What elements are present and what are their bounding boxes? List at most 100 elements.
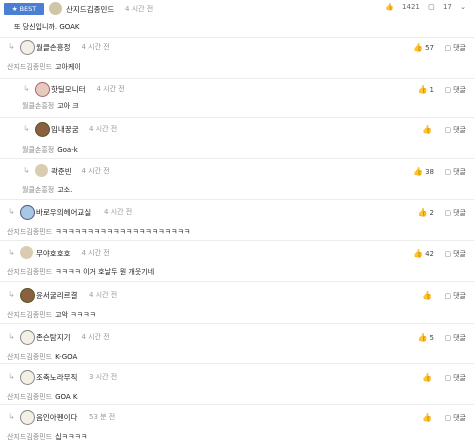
like-button[interactable]: 👍 2: [418, 208, 434, 217]
reply-button[interactable]: ▢ 댓글: [444, 167, 466, 177]
like-count: 5: [429, 334, 434, 342]
comment-icon[interactable]: ▢: [428, 3, 435, 11]
like-button[interactable]: 👍 42: [413, 249, 434, 258]
comment-icon: ▢: [444, 209, 452, 217]
avatar[interactable]: [35, 82, 50, 97]
like-count: 2: [429, 209, 434, 217]
like-button[interactable]: 👍 38: [413, 167, 434, 176]
reply-button[interactable]: ▢ 댓글: [444, 85, 466, 95]
thumbs-up-icon: 👍: [422, 373, 432, 382]
reply-button[interactable]: ▢ 댓글: [444, 249, 466, 259]
like-button[interactable]: 👍 1: [418, 85, 434, 94]
reply-button[interactable]: ▢ 댓글: [444, 43, 466, 53]
comment-text: 산지드김종민드 ㅋㅋㅋㅋ 이거 호날두 뭔 개웃기네: [7, 267, 154, 277]
avatar[interactable]: [20, 330, 35, 345]
like-button[interactable]: 👍: [422, 291, 434, 300]
avatar[interactable]: [20, 205, 35, 220]
thumbs-up-icon: 👍: [413, 167, 424, 176]
author-name[interactable]: 조축노라무직: [36, 372, 77, 383]
like-button[interactable]: 👍: [422, 373, 434, 382]
author-name[interactable]: 곽준빈: [51, 166, 72, 177]
comment-body: 고악 ㅋㅋㅋㅋ: [55, 311, 96, 319]
comment-text: 산지드김종민드 십ㅋㅋㅋㅋ: [7, 432, 87, 442]
mention[interactable]: 산지드김종민드: [7, 63, 52, 71]
like-button[interactable]: 👍: [422, 125, 434, 134]
comment-text: 월클손흥정 고소.: [22, 185, 72, 195]
author-name[interactable]: 무야호호호: [36, 248, 71, 259]
comment-icon: ▢: [444, 334, 452, 342]
mention[interactable]: 산지드김종민드: [7, 393, 52, 401]
author-name[interactable]: 존슨탐지기: [36, 332, 71, 343]
divider: [0, 117, 474, 118]
divider: [0, 199, 474, 200]
avatar[interactable]: [20, 410, 35, 425]
avatar[interactable]: [49, 2, 62, 15]
timestamp: 53 분 전: [89, 413, 116, 421]
divider: [0, 240, 474, 241]
timestamp: 4 시간 전: [96, 85, 125, 93]
comment-text: 또 당신입니까. GOAK: [14, 23, 80, 31]
avatar[interactable]: [35, 122, 50, 137]
comment-body: Goa-k: [57, 146, 78, 154]
timestamp: 3 시간 전: [89, 373, 118, 381]
comment-icon: ▢: [444, 126, 452, 134]
mention[interactable]: 월클손흥정: [22, 186, 54, 194]
author-name[interactable]: 핫딜모니터: [51, 84, 86, 95]
divider: [0, 404, 474, 405]
reply-label: 댓글: [453, 292, 466, 300]
reply-button[interactable]: ▢ 댓글: [444, 413, 466, 423]
reply-arrow-icon: ↳: [8, 332, 15, 341]
avatar[interactable]: [35, 164, 48, 177]
comment-icon: ▢: [444, 44, 452, 52]
reply-label: 댓글: [453, 250, 466, 258]
like-count: 57: [425, 44, 434, 52]
author-name[interactable]: 월클손흥정: [36, 42, 71, 53]
comment-icon: ▢: [444, 86, 452, 94]
divider: [0, 281, 474, 282]
divider: [0, 323, 474, 324]
like-button[interactable]: 👍 57: [413, 43, 434, 52]
like-button[interactable]: 👍: [422, 413, 434, 422]
author-name[interactable]: 임내꿍굼: [51, 124, 79, 135]
reply-button[interactable]: ▢ 댓글: [444, 333, 466, 343]
comment-body: 고소.: [57, 186, 73, 194]
avatar[interactable]: [20, 370, 35, 385]
more-icon[interactable]: ⌄: [460, 3, 466, 11]
thumbs-up-icon: 👍: [413, 249, 424, 258]
reply-arrow-icon: ↳: [23, 166, 30, 175]
like-count: 42: [425, 250, 434, 258]
like-button[interactable]: 👍 5: [418, 333, 434, 342]
reply-label: 댓글: [453, 414, 466, 422]
thumbs-up-icon[interactable]: 👍: [385, 3, 394, 11]
divider: [0, 363, 474, 364]
reply-arrow-icon: ↳: [8, 207, 15, 216]
comment-icon: ▢: [444, 250, 452, 258]
author-name[interactable]: 음인아펜이다: [36, 412, 77, 423]
avatar[interactable]: [20, 288, 35, 303]
mention[interactable]: 산지드김종민드: [7, 268, 52, 276]
reply-arrow-icon: ↳: [8, 372, 15, 381]
timestamp: 4 시간 전: [81, 333, 110, 341]
mention[interactable]: 산지드김종민드: [7, 433, 52, 441]
timestamp: 4 시간 전: [104, 208, 133, 216]
reply-button[interactable]: ▢ 댓글: [444, 291, 466, 301]
reply-arrow-icon: ↳: [8, 290, 15, 299]
reply-button[interactable]: ▢ 댓글: [444, 208, 466, 218]
mention[interactable]: 산지드김종민드: [7, 353, 52, 361]
avatar[interactable]: [20, 40, 35, 55]
comment-icon: ▢: [444, 374, 452, 382]
timestamp: 4 시간 전: [81, 167, 110, 175]
reply-button[interactable]: ▢ 댓글: [444, 373, 466, 383]
author-name[interactable]: 윤서굴리르결: [36, 290, 77, 301]
avatar[interactable]: [20, 246, 33, 259]
mention[interactable]: 월클손흥정: [22, 102, 54, 110]
reply-label: 댓글: [453, 44, 466, 52]
mention[interactable]: 산지드김종민드: [7, 228, 52, 236]
mention[interactable]: 월클손흥정: [22, 146, 54, 154]
reply-button[interactable]: ▢ 댓글: [444, 125, 466, 135]
author-name[interactable]: 바로우의헤어교실: [36, 207, 91, 218]
comment-icon: ▢: [444, 292, 452, 300]
thumbs-up-icon: 👍: [417, 85, 428, 94]
mention[interactable]: 산지드김종민드: [7, 311, 52, 319]
author-name[interactable]: 산지드김종민드: [66, 4, 114, 15]
